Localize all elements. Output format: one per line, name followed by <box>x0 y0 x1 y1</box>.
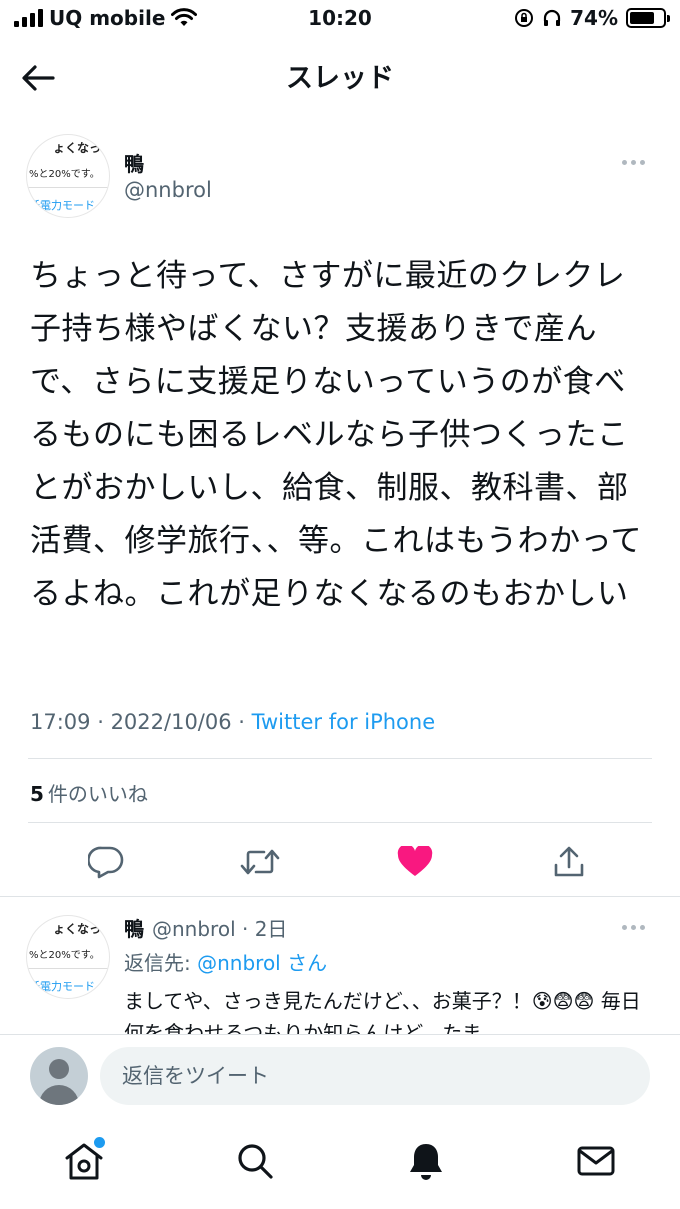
reply-text: ましてや、さっき見たんだけど、、お菓子？！😰😨😨 毎日何を食わせるつもりか知らん… <box>124 989 641 1035</box>
tweet-meta: 17:09 · 2022/10/06 · Twitter for iPhone <box>30 710 436 734</box>
reply-tweet[interactable]: ょくなっ %と20%です。 低電力モード 鴨 @nnbrol · 2日 返信先: … <box>0 897 680 1035</box>
bell-icon <box>410 1144 442 1180</box>
new-content-badge <box>94 1137 105 1148</box>
avatar-text-top: ょくなっ <box>53 141 102 155</box>
default-avatar-icon <box>39 1059 79 1105</box>
share-button[interactable] <box>549 842 589 882</box>
share-icon <box>554 846 584 877</box>
like-button[interactable] <box>395 842 435 882</box>
more-options-icon[interactable] <box>622 160 645 165</box>
reply-button[interactable] <box>86 842 126 882</box>
avatar-text-top: ょくなっ <box>53 922 102 936</box>
reply-author-name[interactable]: 鴨 <box>124 917 144 941</box>
reply-compose-bar <box>0 1035 680 1119</box>
tab-explore[interactable] <box>233 1139 277 1183</box>
mail-icon <box>577 1146 615 1176</box>
tweet-actions <box>0 836 680 888</box>
retweet-icon <box>240 849 280 875</box>
avatar-image: ょくなっ %と20%です。 低電力モード <box>26 134 110 218</box>
divider <box>28 758 652 759</box>
my-avatar[interactable] <box>30 1047 88 1105</box>
tweet-date: 2022/10/06 <box>110 710 232 734</box>
avatar-text-middle: %と20%です。 <box>29 169 100 180</box>
reply-icon <box>88 846 124 879</box>
reply-header: 鴨 @nnbrol · 2日 <box>124 917 288 941</box>
avatar[interactable]: ょくなっ %と20%です。 低電力モード <box>26 134 110 218</box>
battery-percent: 74% <box>570 6 618 30</box>
headphones-icon <box>544 9 561 26</box>
tweet-source-link[interactable]: Twitter for iPhone <box>252 710 436 734</box>
reply-to-prefix: 返信先: <box>124 951 198 975</box>
tweet-text: ちょっと待って、さすがに最近のクレクレ子持ち様やばくない？支援ありきで産んで、さ… <box>30 258 643 612</box>
avatar-text-middle: %と20%です。 <box>29 950 100 961</box>
tweet-time: 17:09 <box>30 710 91 734</box>
battery-fill <box>630 12 654 24</box>
tab-messages[interactable] <box>574 1139 618 1183</box>
likes-count-link[interactable]: 5 件のいいね <box>30 778 148 807</box>
search-icon <box>238 1144 273 1179</box>
avatar-text-bottom: 低電力モード <box>29 980 95 993</box>
more-options-icon[interactable] <box>622 925 645 930</box>
status-bar: UQ mobile 10:20 74% <box>0 0 680 38</box>
author-handle[interactable]: @nnbrol <box>124 178 212 202</box>
bottom-tab-bar <box>0 1119 680 1209</box>
retweet-button[interactable] <box>240 842 280 882</box>
avatar[interactable]: ょくなっ %と20%です。 低電力モード <box>26 915 110 999</box>
heart-filled-icon <box>397 846 433 876</box>
reply-input[interactable] <box>100 1047 650 1105</box>
reply-author-handle[interactable]: @nnbrol <box>152 917 236 941</box>
reply-age: 2日 <box>254 917 288 941</box>
reply-to-line: 返信先: @nnbrol さん <box>124 947 327 976</box>
divider <box>28 822 652 823</box>
avatar-divider <box>27 187 109 188</box>
author-name[interactable]: 鴨 <box>124 148 144 177</box>
orientation-lock-icon <box>515 9 534 27</box>
reply-to-suffix: さん <box>287 951 328 975</box>
battery-icon <box>626 8 670 28</box>
nav-header: スレッド <box>0 38 680 116</box>
avatar-text-bottom: 低電力モード <box>29 199 95 212</box>
like-label: 件のいいね <box>47 782 148 806</box>
tab-notifications[interactable] <box>404 1139 448 1183</box>
reply-to-mention[interactable]: @nnbrol <box>197 951 281 975</box>
avatar-image: ょくなっ %と20%です。 低電力モード <box>26 915 110 999</box>
status-bar-right: 74% <box>514 6 670 30</box>
like-count: 5 <box>30 782 44 806</box>
avatar-divider <box>27 968 109 969</box>
page-title: スレッド <box>286 63 394 94</box>
